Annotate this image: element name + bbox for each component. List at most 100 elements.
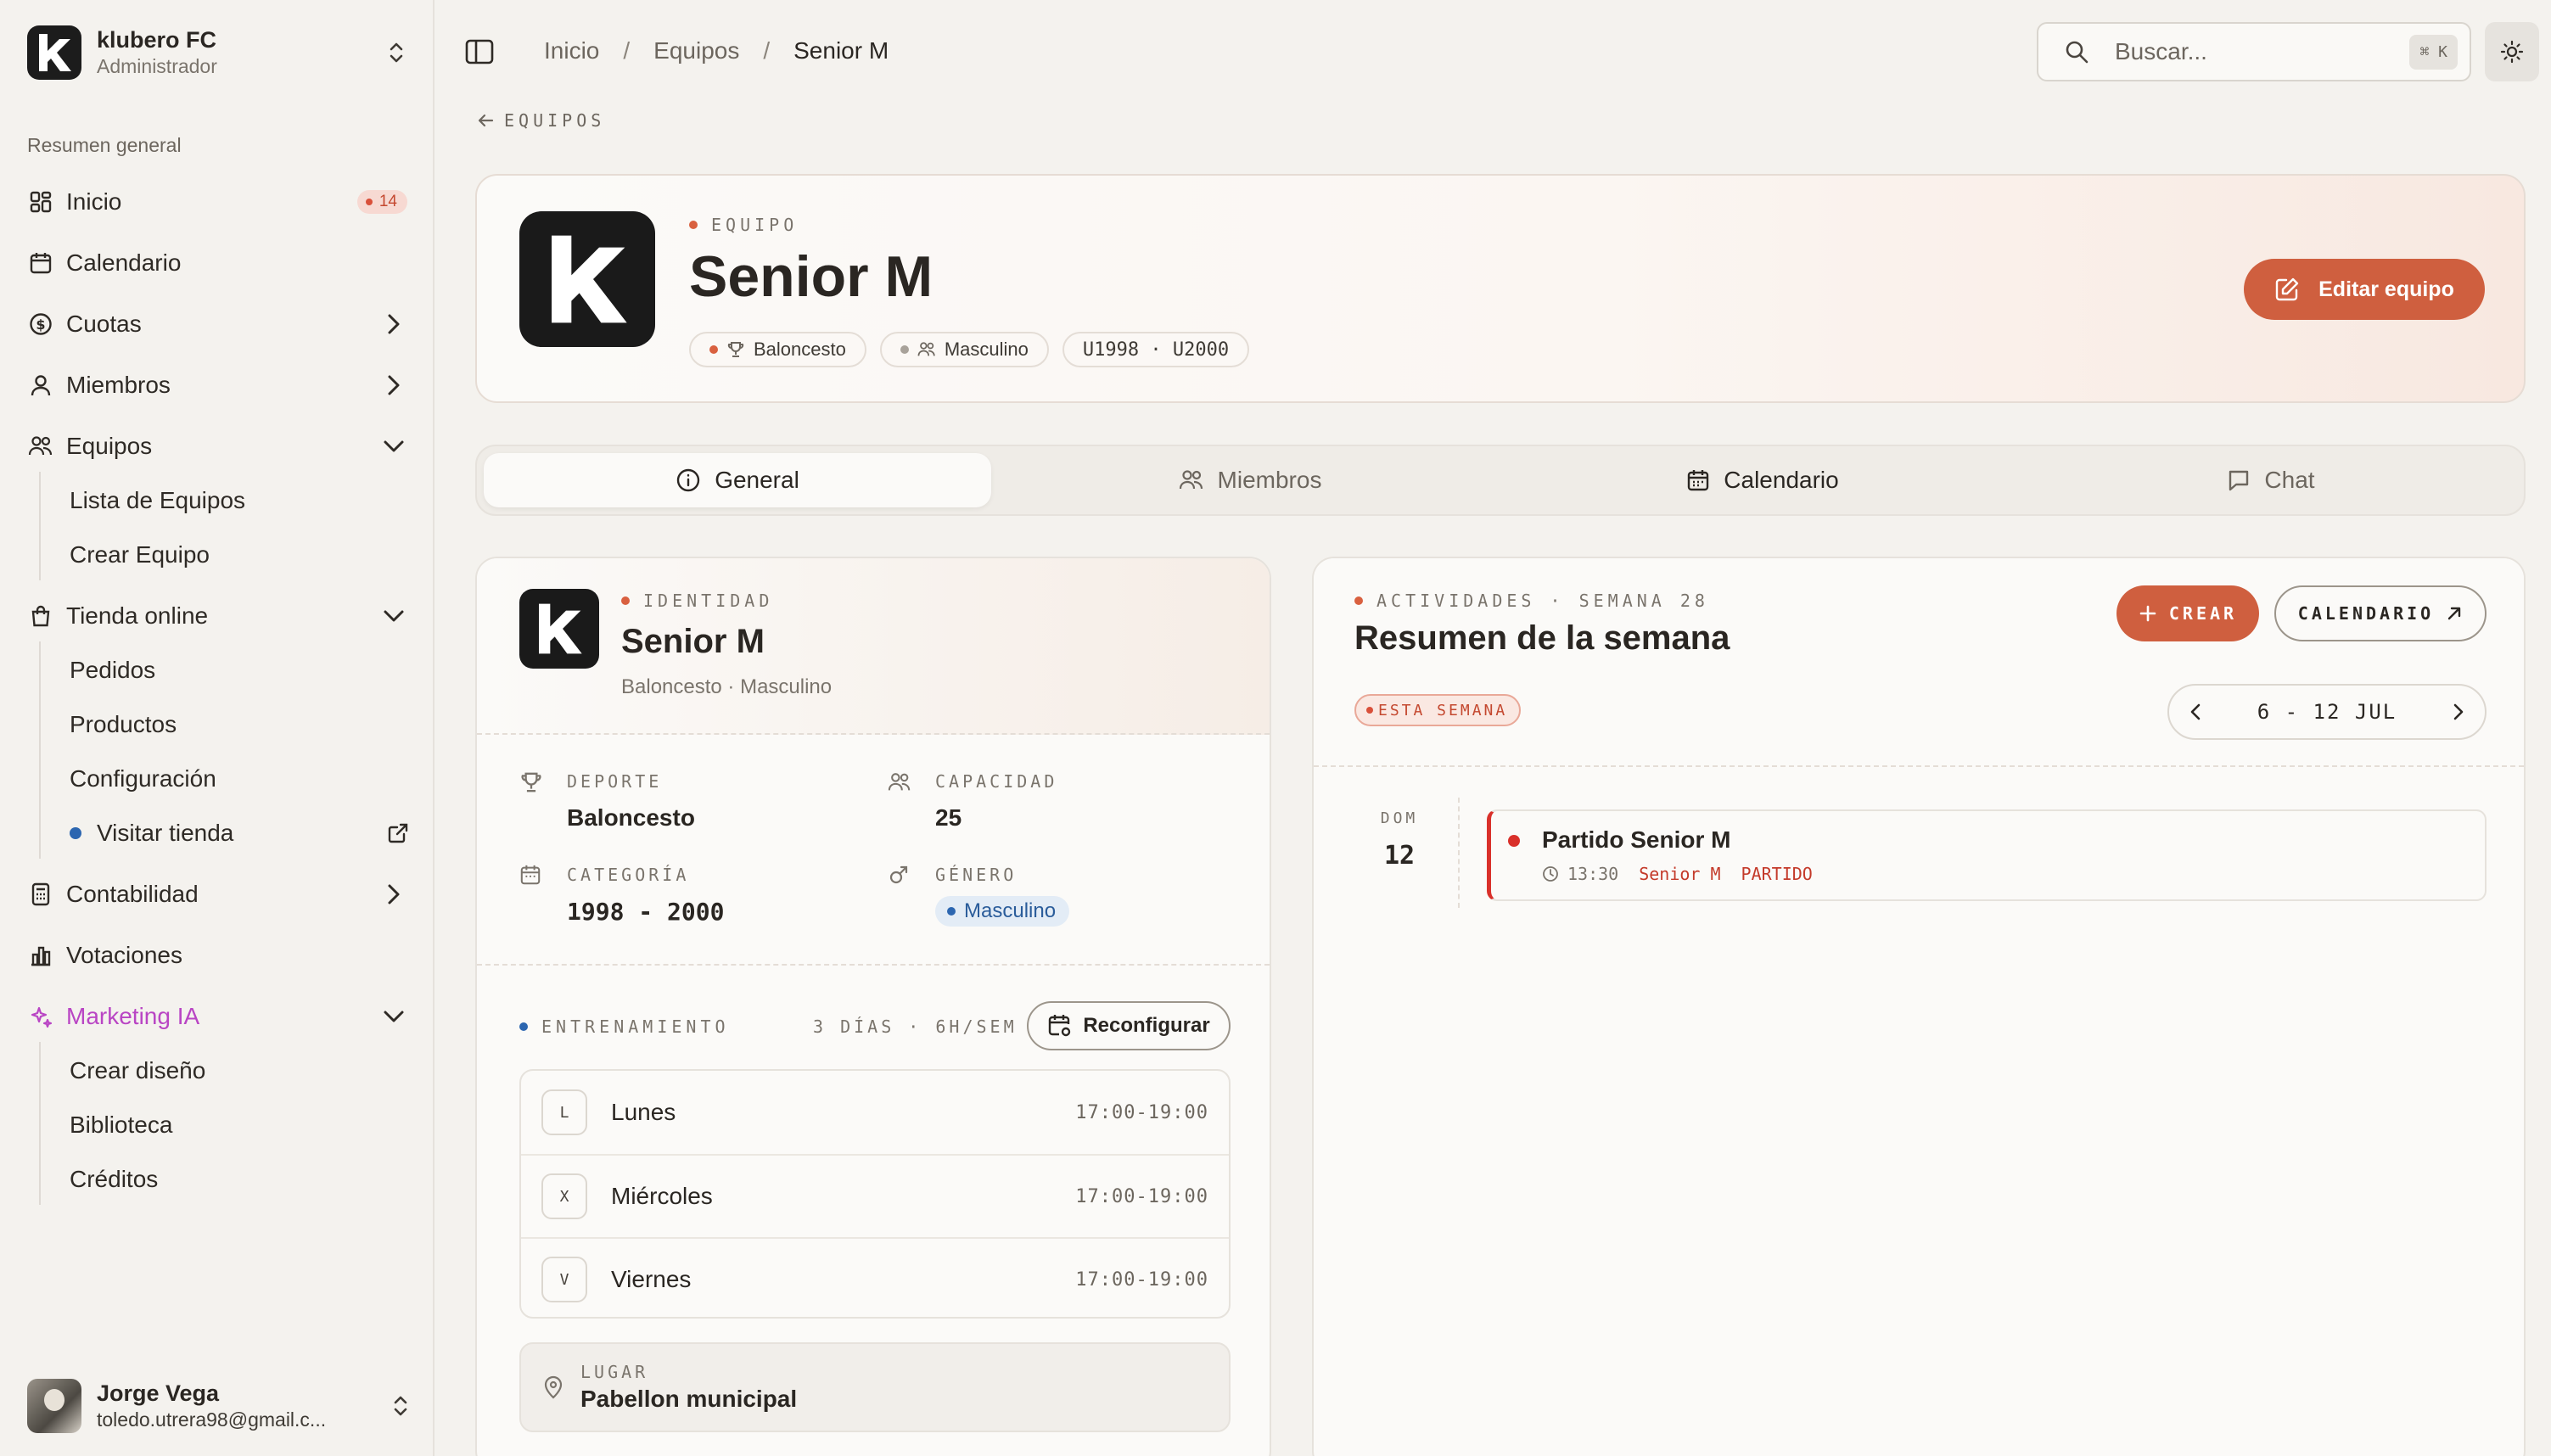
theme-toggle-button[interactable] [2485,22,2539,81]
sidebar-subitem-configuracion[interactable]: Configuración [70,758,216,800]
chevron-down-icon[interactable] [378,1001,409,1032]
this-week-badge: ESTA SEMANA [1354,694,1522,726]
status-dot [70,827,81,839]
open-calendar-button[interactable]: CALENDARIO [2274,585,2487,641]
sidebar-item-cuotas[interactable]: $ Cuotas [27,300,409,348]
arrow-up-right-icon [2446,605,2463,622]
training-location: LUGAR Pabellon municipal [519,1342,1231,1432]
map-pin-icon [543,1375,563,1399]
sidebar-subitem-crear-diseno[interactable]: Crear diseño [70,1050,205,1092]
gender-chip: Masculino [879,332,1049,367]
search-placeholder: Buscar... [2115,38,2207,64]
sidebar-item-label: Visitar tienda [97,820,234,846]
event-meta: 13:30 Senior M PARTIDO [1542,864,1813,884]
event-status-dot [1508,835,1520,847]
dollar-circle-icon: $ [27,311,54,338]
day-time: 17:00-19:00 [1075,1101,1208,1123]
training-day-row: L Lunes 17:00-19:00 [521,1071,1229,1154]
identity-name: Senior M [621,623,765,660]
chevron-right-icon[interactable] [378,309,409,339]
day-name: Lunes [611,1099,676,1125]
sidebar-subitem-pedidos[interactable]: Pedidos [70,649,155,692]
clock-icon [1542,865,1559,882]
search-input[interactable]: Buscar... ⌘ K [2037,22,2471,81]
chevron-right-icon[interactable] [378,879,409,910]
chevron-left-icon[interactable] [2189,703,2201,721]
calendar-icon [1686,468,1710,492]
club-switcher[interactable]: klubero FC Administrador [27,25,409,80]
sidebar-item-votaciones[interactable]: Votaciones [27,932,409,979]
user-name: Jorge Vega [97,1380,220,1406]
sidebar-toggle-icon[interactable] [465,39,494,64]
sidebar-item-miembros[interactable]: Miembros [27,361,409,409]
sidebar-item-inicio[interactable]: Inicio 14 [27,178,409,226]
chevron-right-icon[interactable] [378,370,409,400]
chevron-down-icon[interactable] [378,431,409,462]
section-divider [477,964,1270,966]
team-header-card: EQUIPO Senior M Baloncesto Masculino U19… [475,174,2526,403]
sidebar-subitem-biblioteca[interactable]: Biblioteca [70,1104,172,1146]
sidebar-item-equipos[interactable]: Equipos [27,423,409,470]
team-logo-small [519,589,599,669]
sidebar-subitem-lista-equipos[interactable]: Lista de Equipos [70,479,245,522]
users-icon [27,433,54,460]
users-icon [917,340,936,359]
sun-icon [2500,40,2524,64]
breadcrumb-separator: / [763,37,771,64]
sidebar-item-label: Equipos [66,433,153,459]
chevron-down-icon[interactable] [378,601,409,631]
event-item[interactable]: Partido Senior M 13:30 Senior M PARTIDO [1487,809,2487,901]
identity-subtitle: Baloncesto · Masculino [621,675,833,698]
trophy-icon [519,770,545,796]
day-key: V [541,1257,587,1302]
day-name: Miércoles [611,1183,713,1209]
day-time: 17:00-19:00 [1075,1185,1208,1207]
external-link-icon [387,822,409,844]
sidebar-subitem-creditos[interactable]: Créditos [70,1158,158,1201]
event-time: 13:30 [1567,864,1619,884]
sidebar-item-contabilidad[interactable]: Contabilidad [27,871,409,918]
sidebar-subitem-crear-equipo[interactable]: Crear Equipo [70,534,210,576]
avatar [27,1379,81,1433]
breadcrumb-equipos[interactable]: Equipos [653,37,739,64]
week-navigator: 6 - 12 JUL [2167,684,2487,740]
search-shortcut: ⌘ K [2409,34,2458,70]
edit-icon [2274,277,2300,302]
chevron-right-icon[interactable] [2453,703,2464,721]
activities-card: ACTIVIDADES · SEMANA 28 Resumen de la se… [1312,557,2526,1456]
user-menu[interactable]: Jorge Vega toledo.utrera98@gmail.c... [27,1376,409,1436]
sidebar-item-label: Inicio [66,188,122,215]
edit-team-button[interactable]: Editar equipo [2244,259,2485,320]
sidebar-subitem-visitar-tienda[interactable]: Visitar tienda [70,812,409,854]
users-icon [1179,468,1204,492]
create-activity-button[interactable]: CREAR [2116,585,2259,641]
event-day-number: 12 [1383,841,1416,871]
submenu-guide [39,472,41,580]
event-day: DOM 12 [1373,809,1426,871]
week-range: 6 - 12 JUL [2257,700,2397,724]
tab-miembros[interactable]: Miembros [996,453,1504,507]
stat-categoria: CATEGORÍA 1998 - 2000 [519,864,724,926]
nav-section-label: Resumen general [27,134,182,156]
event-type: PARTIDO [1741,864,1813,884]
back-link-label: EQUIPOS [504,110,606,131]
user-icon [27,372,54,399]
sidebar-item-tienda[interactable]: Tienda online [27,592,409,640]
search-icon [2064,39,2089,64]
identity-card: IDENTIDAD Senior M Baloncesto · Masculin… [475,557,1271,1456]
tab-chat[interactable]: Chat [2021,453,2520,507]
training-days-list: L Lunes 17:00-19:00 X Miércoles 17:00-19… [519,1069,1231,1319]
reconfigure-button[interactable]: Reconfigurar [1027,1001,1231,1050]
user-email: toledo.utrera98@gmail.c... [97,1408,327,1431]
breadcrumb-inicio[interactable]: Inicio [544,37,599,64]
chevrons-up-down-icon[interactable] [392,1393,409,1419]
day-name: Viernes [611,1266,692,1292]
sidebar-item-calendario[interactable]: Calendario [27,239,409,287]
event-day-label: DOM [1380,809,1419,827]
chevrons-up-down-icon[interactable] [384,36,409,70]
tab-calendario[interactable]: Calendario [1509,453,2016,507]
sidebar-subitem-productos[interactable]: Productos [70,703,177,746]
back-link[interactable]: EQUIPOS [477,110,605,131]
sidebar-item-marketing[interactable]: Marketing IA [27,993,409,1040]
tab-general[interactable]: General [484,453,991,507]
